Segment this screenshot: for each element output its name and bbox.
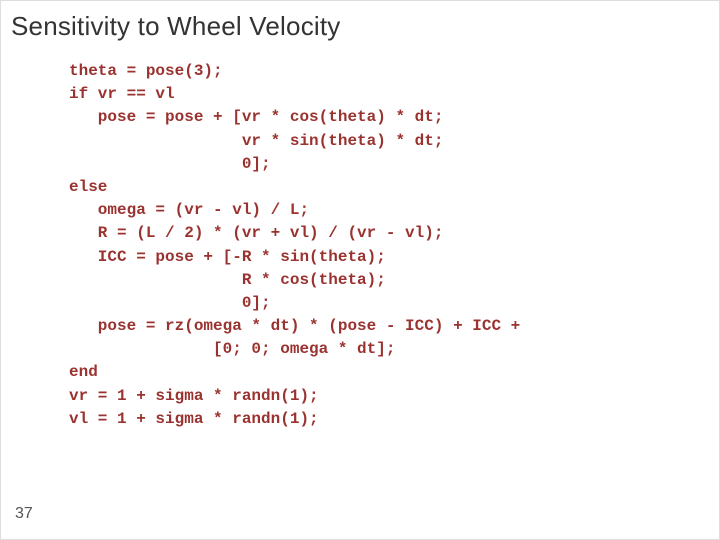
code-block: theta = pose(3); if vr == vl pose = pose… (69, 60, 705, 431)
page-title: Sensitivity to Wheel Velocity (11, 11, 705, 42)
slide: Sensitivity to Wheel Velocity theta = po… (0, 0, 720, 540)
page-number: 37 (15, 505, 33, 523)
